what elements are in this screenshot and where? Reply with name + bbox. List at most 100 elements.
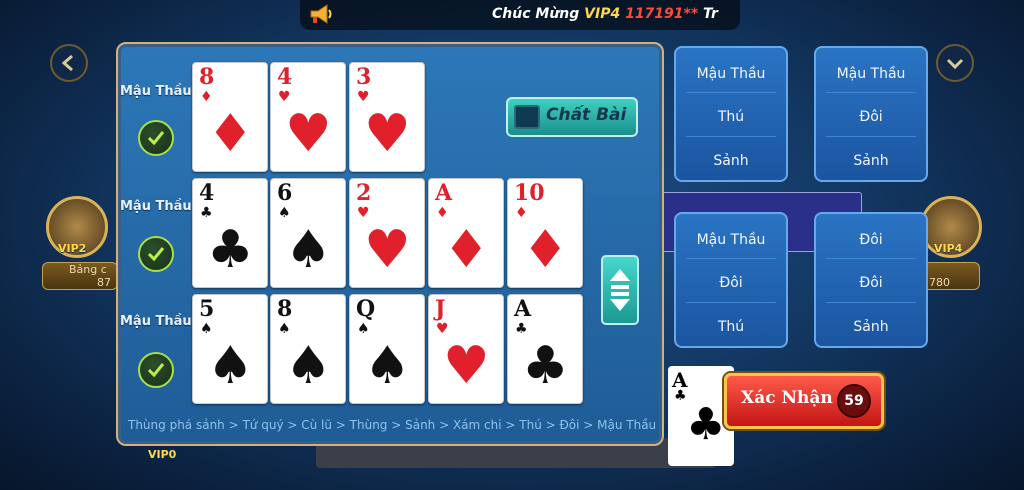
result-line: Mậu Thầu — [696, 232, 766, 248]
checkmark-icon — [147, 247, 165, 262]
left-player-name: Bảng c — [69, 263, 107, 276]
winner-announcement: Chúc Mừng VIP4 117191** Tr — [492, 6, 718, 22]
card-r3-c4[interactable]: J ♥ ♥ — [428, 294, 504, 404]
card-r1-c3[interactable]: 3 ♥ ♥ — [349, 62, 425, 172]
back-button[interactable] — [50, 44, 88, 82]
divider — [826, 136, 916, 137]
confirm-label: Xác Nhận — [741, 388, 833, 408]
row-2-check — [138, 236, 174, 272]
result-line: Đôi — [859, 275, 883, 291]
card-rank: 5 — [199, 296, 215, 322]
card-suit-small: ♠ — [200, 321, 213, 337]
result-box-3: Mậu Thầu Đôi Thú — [674, 212, 788, 348]
divider — [826, 92, 916, 93]
card-suit-large: ♠ — [364, 336, 411, 396]
card-r3-c2[interactable]: 8 ♠ ♠ — [270, 294, 346, 404]
countdown-timer: 59 — [837, 384, 871, 418]
card-rank: 4 — [277, 64, 293, 90]
right-player-coins: 780 — [929, 276, 950, 289]
card-suit-small: ♠ — [278, 205, 291, 221]
card-suit-large: ♦ — [207, 104, 254, 164]
row-2-label: Mậu Thầu — [120, 199, 192, 214]
card-r3-c3[interactable]: Q ♠ ♠ — [349, 294, 425, 404]
divider — [826, 258, 916, 259]
card-suit-small: ♥ — [357, 89, 370, 105]
card-rank: 3 — [356, 64, 372, 90]
checkmark-icon — [147, 363, 165, 378]
hand-ranking-legend: Thùng phá sảnh > Tứ quý > Cù lũ > Thùng … — [128, 418, 657, 432]
card-r2-c3[interactable]: 2 ♥ ♥ — [349, 178, 425, 288]
exit-icon — [61, 54, 73, 72]
card-suit-large: ♥ — [364, 220, 411, 280]
card-suit-small: ♠ — [357, 321, 370, 337]
row-3-check — [138, 352, 174, 388]
card-rank: 8 — [277, 296, 293, 322]
chat-bai-label: Chất Bài — [546, 105, 627, 125]
result-line: Mậu Thầu — [836, 66, 906, 82]
card-r2-c4[interactable]: A ♦ ♦ — [428, 178, 504, 288]
card-suit-small: ♠ — [278, 321, 291, 337]
result-line: Đôi — [719, 275, 743, 291]
row-1-check — [138, 120, 174, 156]
card-suit-small: ♥ — [357, 205, 370, 221]
result-line: Đôi — [859, 109, 883, 125]
row-3-label: Mậu Thầu — [120, 314, 192, 329]
bottom-player-vip: VIP0 — [148, 448, 177, 461]
card-r1-c2[interactable]: 4 ♥ ♥ — [270, 62, 346, 172]
divider — [686, 302, 776, 303]
result-line: Thú — [717, 319, 745, 335]
divider — [686, 258, 776, 259]
left-player-name-plate: Bảng c 87 — [42, 262, 118, 290]
card-suit-small: ♦ — [436, 205, 449, 221]
card-r3-c1[interactable]: 5 ♠ ♠ — [192, 294, 268, 404]
result-box-2: Mậu Thầu Đôi Sảnh — [814, 46, 928, 182]
card-suit-large: ♠ — [207, 336, 254, 396]
result-line: Thú — [717, 109, 745, 125]
card-suit-large: ♦ — [522, 220, 569, 280]
card-r2-c1[interactable]: 4 ♣ ♣ — [192, 178, 268, 288]
card-suit-large: ♥ — [443, 336, 490, 396]
card-r2-c5[interactable]: 10 ♦ ♦ — [507, 178, 583, 288]
card-suit-small: ♥ — [278, 89, 291, 105]
card-rank: J — [435, 296, 446, 322]
background-card-suit-large: ♣ — [686, 399, 726, 450]
card-rank: Q — [356, 296, 376, 322]
menu-button[interactable] — [936, 44, 974, 82]
card-suit-small: ♦ — [515, 205, 528, 221]
card-rank: 10 — [514, 180, 545, 206]
checkmark-icon — [147, 131, 165, 146]
swap-arrows-icon — [610, 269, 630, 311]
card-suit-large: ♠ — [285, 336, 332, 396]
chevron-down-icon — [946, 58, 964, 70]
card-suit-small: ♣ — [515, 321, 528, 337]
card-rank: 6 — [277, 180, 293, 206]
megaphone-icon — [310, 4, 332, 24]
chat-bai-button[interactable]: Chất Bài — [506, 97, 638, 137]
swap-rows-button[interactable] — [601, 255, 639, 325]
card-rank: 4 — [199, 180, 215, 206]
card-suit-small: ♣ — [200, 205, 213, 221]
divider — [686, 92, 776, 93]
card-suit-small: ♥ — [436, 321, 449, 337]
row-1-label: Mậu Thầu — [120, 84, 192, 99]
card-suit-large: ♥ — [364, 104, 411, 164]
card-rank: A — [514, 296, 532, 322]
result-line: Mậu Thầu — [696, 66, 766, 82]
divider — [686, 136, 776, 137]
card-r1-c1[interactable]: 8 ♦ ♦ — [192, 62, 268, 172]
card-suit-small: ♦ — [200, 89, 213, 105]
background-card-suit: ♣ — [674, 388, 687, 404]
confirm-button[interactable]: Xác Nhận 59 — [724, 373, 884, 429]
card-suit-large: ♥ — [285, 104, 332, 164]
card-r2-c2[interactable]: 6 ♠ ♠ — [270, 178, 346, 288]
card-suit-large: ♣ — [522, 336, 569, 396]
result-box-4: Đôi Đôi Sảnh — [814, 212, 928, 348]
card-rank: 2 — [356, 180, 372, 206]
card-r3-c5[interactable]: A ♣ ♣ — [507, 294, 583, 404]
checkbox-icon — [514, 105, 540, 129]
divider — [826, 302, 916, 303]
result-line: Đôi — [859, 232, 883, 248]
result-line: Sảnh — [853, 319, 889, 335]
result-box-1: Mậu Thầu Thú Sảnh — [674, 46, 788, 182]
card-suit-large: ♦ — [443, 220, 490, 280]
